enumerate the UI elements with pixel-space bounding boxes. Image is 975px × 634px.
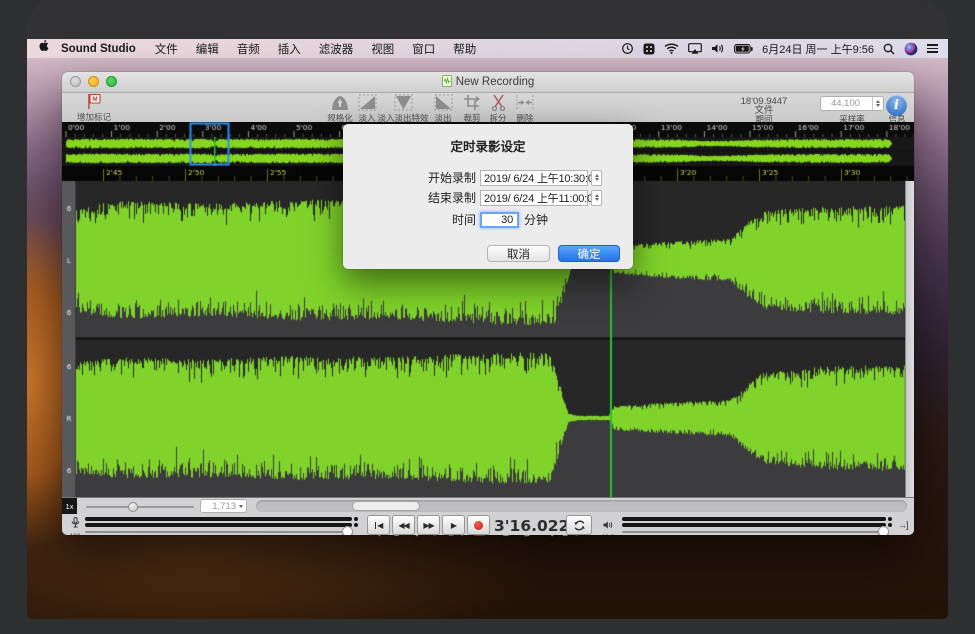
output-meter-left	[622, 517, 886, 521]
menu-item-3[interactable]: 音频	[228, 44, 269, 56]
input-volume-slider[interactable]	[85, 531, 352, 533]
flag-icon: M	[62, 93, 126, 110]
fast-forward-button[interactable]: ▶▶	[417, 515, 440, 535]
start-record-stepper[interactable]	[591, 170, 602, 186]
spotlight-icon[interactable]	[883, 43, 895, 55]
ok-button[interactable]: 确定	[558, 245, 620, 262]
output-meter-right	[622, 523, 886, 527]
input-meter-right	[85, 523, 352, 527]
menu-item-7[interactable]: 窗口	[403, 44, 444, 56]
speaker-icon	[603, 521, 613, 529]
vertical-scrollbar[interactable]	[905, 181, 914, 497]
menu-item-4[interactable]: 插入	[269, 44, 310, 56]
time-machine-icon[interactable]	[621, 42, 634, 55]
input-peak-dot	[354, 523, 358, 527]
menu-items: 文件编辑音频插入滤波器视图窗口帮助	[146, 41, 486, 57]
record-icon	[474, 521, 483, 530]
sample-rate-select[interactable]: 44,100	[820, 96, 884, 111]
airplay-icon[interactable]	[688, 43, 702, 54]
toolbar-action-5[interactable]: 裁剪	[458, 94, 486, 124]
record-button[interactable]	[467, 515, 490, 535]
rewind-button[interactable]: ◀◀	[392, 515, 415, 535]
time-display: 3'16.0229	[494, 517, 564, 535]
window-titlebar[interactable]: New Recording	[62, 72, 914, 93]
document-icon	[442, 75, 452, 90]
start-record-label: 开始录制	[343, 169, 476, 186]
toolbar-action-icon	[510, 94, 540, 111]
dialog-title: 定时录影设定	[343, 136, 633, 155]
end-record-stepper[interactable]	[591, 190, 602, 206]
transport-bar: 1x 1,713 100	[62, 497, 914, 535]
horizontal-scrollbar[interactable]	[256, 500, 907, 512]
wifi-icon[interactable]	[664, 43, 679, 54]
zoom-slider-knob[interactable]	[128, 502, 138, 512]
toolbar-add-marker[interactable]: M 增加标记	[62, 93, 126, 123]
toolbar-action-icon	[484, 94, 512, 111]
toolbar-action-7[interactable]: 删除	[510, 94, 540, 124]
start-record-field[interactable]: 2019/ 6/24 上午10:30:00	[480, 170, 588, 186]
battery-icon[interactable]	[734, 44, 753, 54]
menu-item-8[interactable]: 帮助	[444, 44, 485, 56]
menubar-clock[interactable]: 6月24日 周一 上午9:56	[762, 41, 874, 57]
input-method-icon[interactable]	[643, 43, 655, 55]
toolbar-action-3[interactable]: 淡入淡出特效	[373, 94, 433, 124]
output-level-value: 12.0	[598, 534, 618, 535]
timed-recording-dialog: 定时录影设定 开始录制 2019/ 6/24 上午10:30:00 结束录制 2…	[343, 124, 633, 269]
skip-to-end-icon[interactable]: →]	[898, 520, 908, 530]
window-toolbar: M 增加标记 规格化淡入淡入淡出特效淡出裁剪拆分删除 18'09.9447 文件…	[62, 93, 914, 123]
menu-item-1[interactable]: 文件	[146, 44, 187, 56]
top-band	[27, 0, 948, 39]
siri-icon[interactable]	[904, 42, 918, 56]
zoom-slider[interactable]	[86, 506, 194, 508]
apple-menu-icon[interactable]	[39, 40, 51, 57]
loop-icon	[573, 519, 586, 532]
toolbar-action-6[interactable]: 拆分	[484, 94, 512, 124]
toolbar-action-icon	[429, 94, 457, 111]
window-title: New Recording	[456, 76, 535, 88]
duration-minutes-field[interactable]: 30	[480, 212, 519, 228]
horizontal-scrollbar-thumb[interactable]	[352, 501, 420, 511]
menu-item-5[interactable]: 滤波器	[310, 44, 363, 56]
notification-center-icon[interactable]	[927, 44, 938, 53]
zoom-value-select[interactable]: 1,713	[200, 499, 247, 513]
chevron-down-icon	[239, 505, 243, 508]
menu-item-6[interactable]: 视图	[362, 44, 403, 56]
duration-minutes-label: 时间	[343, 211, 476, 228]
loop-button[interactable]	[566, 515, 592, 535]
input-level-value: 100	[66, 533, 84, 535]
input-source: 100	[66, 515, 84, 535]
play-button[interactable]: ▶	[442, 515, 465, 535]
output-volume: 12.0	[598, 516, 618, 535]
end-record-label: 结束录制	[343, 189, 476, 206]
output-peak-dot	[888, 517, 892, 521]
volume-icon[interactable]	[711, 43, 725, 54]
end-record-field[interactable]: 2019/ 6/24 上午11:00:00	[480, 190, 588, 206]
input-meter-left	[85, 517, 352, 521]
menu-bar: Sound Studio 文件编辑音频插入滤波器视图窗口帮助 6月24日 周一	[27, 39, 948, 58]
cancel-button[interactable]: 取消	[487, 245, 550, 262]
svg-text:M: M	[92, 96, 97, 103]
output-peak-dot	[888, 523, 892, 527]
output-volume-slider[interactable]	[622, 531, 886, 533]
app-name[interactable]: Sound Studio	[61, 43, 136, 55]
toolbar-action-4[interactable]: 淡出	[429, 94, 457, 124]
microphone-icon	[71, 517, 80, 528]
input-peak-dot	[354, 517, 358, 521]
zoom-ratio-label: 1x	[62, 498, 77, 514]
menu-item-2[interactable]: 编辑	[187, 44, 228, 56]
output-volume-knob[interactable]	[878, 526, 889, 535]
minutes-unit-label: 分钟	[524, 211, 548, 228]
stepper-icon[interactable]	[872, 97, 883, 110]
input-volume-knob[interactable]	[342, 526, 353, 535]
go-to-start-button[interactable]: ◀	[367, 515, 390, 535]
toolbar-action-icon	[458, 94, 486, 111]
toolbar-action-icon	[373, 94, 433, 111]
screenshot-card: Sound Studio 文件编辑音频插入滤波器视图窗口帮助 6月24日 周一	[27, 0, 948, 619]
